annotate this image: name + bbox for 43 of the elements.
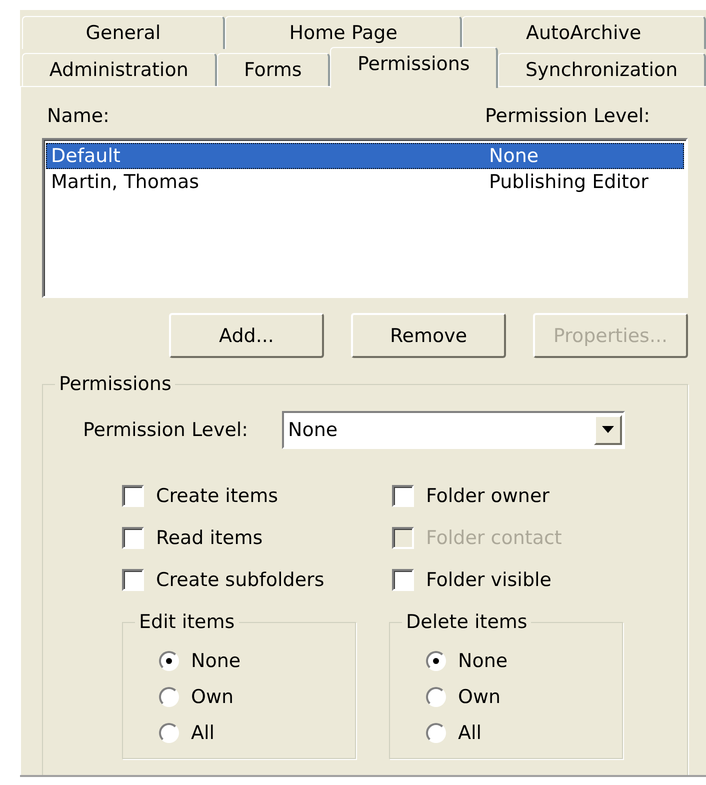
column-header: Name: <box>46 105 110 129</box>
permission-list[interactable]: Default None Martin, Thomas Publishing Editor <box>42 138 688 298</box>
list-cell-text: Default <box>50 144 122 169</box>
field-label: Permission Level: <box>83 419 250 441</box>
column-header: Permission Level: <box>484 105 652 129</box>
radio-label: Own <box>191 686 234 708</box>
radio-button[interactable] <box>426 687 446 707</box>
list-cell-text: Publishing Editor <box>488 170 650 195</box>
checkbox[interactable] <box>122 485 144 507</box>
radio-label: All <box>458 722 482 744</box>
checkbox-label: Folder owner <box>426 485 550 507</box>
radio-button[interactable] <box>159 651 179 671</box>
button[interactable]: Remove <box>351 313 506 358</box>
radio-button[interactable] <box>159 723 179 743</box>
checkbox-label: Folder visible <box>426 569 552 591</box>
tab[interactable]: General <box>22 16 226 49</box>
tab[interactable]: Synchronization <box>498 53 706 86</box>
list-row[interactable]: Martin, Thomas Publishing Editor <box>46 169 684 195</box>
permission-level-dropdown[interactable]: None <box>282 411 625 449</box>
radio-label: Own <box>458 686 501 708</box>
tab[interactable]: Home Page <box>225 16 462 49</box>
button[interactable]: Add... <box>169 313 324 358</box>
tab[interactable]: Permissions <box>330 47 498 88</box>
radio-button[interactable] <box>159 687 179 707</box>
checkbox[interactable] <box>122 527 144 549</box>
radio-button[interactable] <box>426 651 446 671</box>
checkbox[interactable] <box>392 569 414 591</box>
tab[interactable]: AutoArchive <box>462 16 706 49</box>
tab[interactable]: Forms <box>216 53 330 86</box>
radio-label: All <box>191 722 215 744</box>
list-row[interactable]: Default None <box>46 143 684 169</box>
radio-button[interactable] <box>426 723 446 743</box>
tab[interactable]: Administration <box>22 53 217 86</box>
checkbox[interactable] <box>122 569 144 591</box>
checkbox[interactable] <box>392 485 414 507</box>
checkbox-label: Create subfolders <box>156 569 324 591</box>
list-cell-text: Martin, Thomas <box>50 170 200 195</box>
checkbox-label: Folder contact <box>426 527 562 549</box>
checkbox-label: Read items <box>156 527 263 549</box>
checkbox-label: Create items <box>156 485 278 507</box>
list-cell-text: None <box>488 144 540 169</box>
radio-label: None <box>458 650 508 672</box>
radio-label: None <box>191 650 241 672</box>
